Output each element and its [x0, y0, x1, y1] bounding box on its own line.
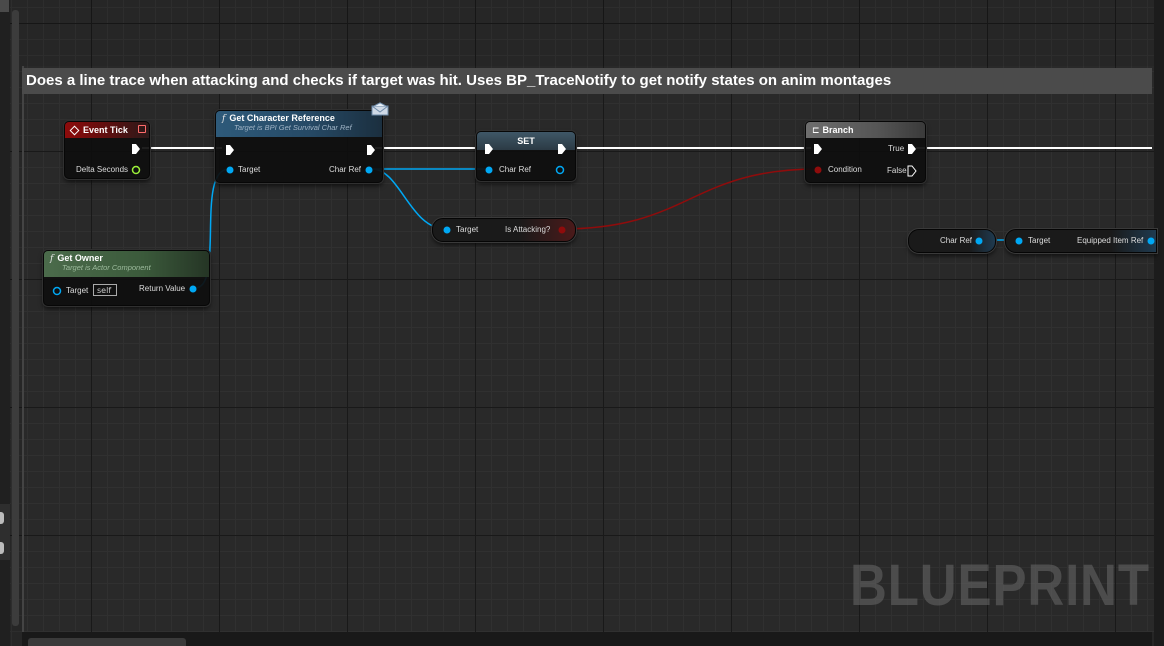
target-in-pin-icon[interactable] — [52, 286, 62, 296]
set-char-ref-label: Char Ref — [499, 165, 532, 174]
get-owner-target-label: Target — [66, 286, 89, 295]
get-character-reference-header[interactable]: f Get Character Reference Target is BPI G… — [216, 111, 382, 137]
condition-in-pin-icon[interactable] — [813, 165, 823, 175]
return-value-out-pin-icon[interactable] — [188, 284, 198, 294]
true-exec-out-pin-icon[interactable] — [907, 143, 917, 155]
equipped-item-ref-label: Equipped Item Ref — [1077, 236, 1144, 245]
get-owner-node[interactable]: f Get Owner Target is Actor Component Tar… — [43, 250, 210, 306]
exec-in-pin-icon[interactable] — [484, 143, 494, 155]
get-owner-subtitle: Target is Actor Component — [62, 263, 151, 272]
target-in-pin-icon[interactable] — [1014, 236, 1024, 246]
return-value-label: Return Value — [139, 284, 186, 293]
get-character-reference-subtitle: Target is BPI Get Survival Char Ref — [234, 123, 352, 132]
true-label: True — [888, 144, 905, 153]
set-title: SET — [517, 136, 535, 146]
blueprint-watermark: BLUEPRINT — [850, 553, 1150, 618]
target-in-pin-icon[interactable] — [225, 165, 235, 175]
equipped-item-out-pin-icon[interactable] — [1146, 236, 1156, 246]
condition-label: Condition — [828, 165, 862, 174]
event-tick-title: Event Tick — [83, 125, 128, 135]
branch-title: Branch — [822, 125, 854, 135]
false-label: False — [887, 166, 907, 175]
char-ref-label: Char Ref — [329, 165, 362, 174]
char-ref-in-pin-icon[interactable] — [484, 165, 494, 175]
branch-node[interactable]: ⊏ Branch True Condition False — [805, 121, 926, 183]
bool-wire — [560, 168, 819, 230]
is-attacking-node[interactable]: Target Is Attacking? — [432, 218, 576, 242]
message-envelope-icon — [371, 102, 389, 116]
is-attacking-out-pin-icon[interactable] — [557, 225, 567, 235]
get-character-reference-node[interactable]: f Get Character Reference Target is BPI G… — [215, 110, 383, 183]
event-close-icon[interactable] — [138, 125, 146, 133]
exec-in-pin-icon[interactable] — [225, 144, 235, 156]
event-diamond-icon — [69, 125, 80, 136]
is-attacking-target-label: Target — [456, 225, 479, 234]
exec-out-pin-icon[interactable] — [131, 143, 141, 155]
target-in-pin-icon[interactable] — [442, 225, 452, 235]
get-character-reference-title: Get Character Reference — [229, 113, 335, 123]
char-ref-getter-node[interactable]: Char Ref — [908, 229, 996, 253]
equipped-item-ref-node[interactable]: Target Equipped Item Ref — [1005, 229, 1157, 253]
false-exec-out-pin-icon[interactable] — [907, 165, 917, 177]
get-owner-title: Get Owner — [57, 253, 103, 263]
equipped-item-target-label: Target — [1028, 236, 1051, 245]
exec-out-pin-icon[interactable] — [366, 144, 376, 156]
get-owner-header[interactable]: f Get Owner Target is Actor Component — [44, 251, 209, 277]
branch-header[interactable]: ⊏ Branch — [806, 122, 925, 138]
char-ref-out-pin-icon[interactable] — [974, 236, 984, 246]
char-ref-out-pin-icon[interactable] — [364, 165, 374, 175]
function-icon: f — [50, 254, 54, 264]
bottom-bar — [22, 632, 1152, 646]
set-node[interactable]: SET Char Ref — [476, 131, 576, 181]
delta-seconds-label: Delta Seconds — [76, 165, 129, 174]
float-out-pin-icon[interactable] — [131, 165, 141, 175]
exec-in-pin-icon[interactable] — [813, 143, 823, 155]
bottom-tab[interactable] — [28, 638, 186, 646]
target-label: Target — [238, 165, 261, 174]
branch-icon: ⊏ — [812, 125, 820, 135]
target-self-input[interactable]: self — [93, 284, 117, 296]
is-attacking-label: Is Attacking? — [505, 225, 551, 234]
function-icon: f — [222, 114, 226, 124]
exec-out-pin-icon[interactable] — [557, 143, 567, 155]
char-ref-out-pin-icon[interactable] — [555, 165, 565, 175]
event-tick-node[interactable]: Event Tick Delta Seconds — [64, 121, 150, 179]
wires-layer — [142, 147, 1152, 289]
char-ref-getter-label: Char Ref — [940, 236, 973, 245]
event-tick-header[interactable]: Event Tick — [65, 122, 149, 138]
